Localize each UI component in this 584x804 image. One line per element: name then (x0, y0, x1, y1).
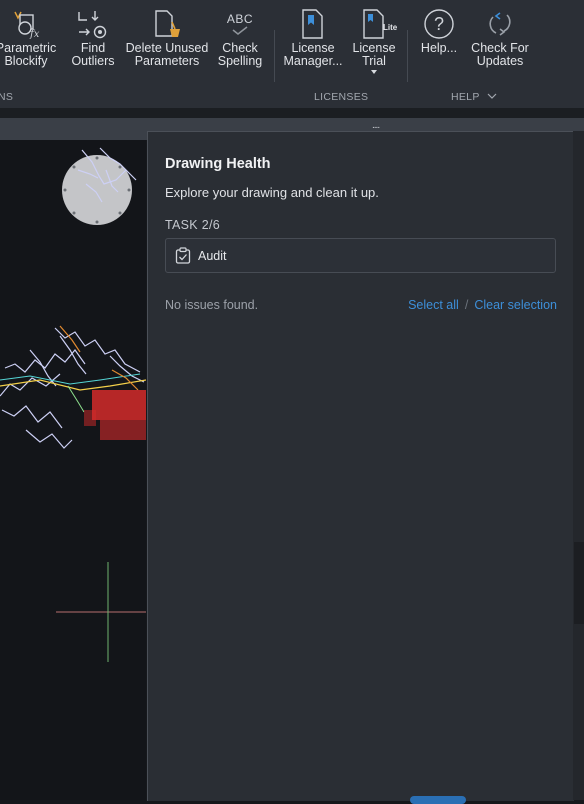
ribbon-toolbar: fx Parametric Blockify Find Outliers Del… (0, 0, 584, 108)
primary-action-button[interactable] (410, 796, 466, 804)
task-selector[interactable]: Audit (165, 238, 556, 273)
scrollbar-thumb[interactable] (574, 542, 584, 624)
license-trial-label: License Trial (352, 41, 396, 68)
panel-title: Drawing Health (165, 156, 271, 172)
dropdown-arrow-icon[interactable] (371, 70, 377, 74)
group-label-left: NS (0, 91, 14, 103)
select-all-link[interactable]: Select all (408, 298, 459, 312)
parametric-blockify-button[interactable]: fx Parametric Blockify (0, 6, 64, 82)
drawing-canvas[interactable] (0, 140, 146, 800)
task-name: Audit (198, 249, 227, 263)
drawing-content (0, 147, 146, 662)
parametric-blockify-icon: fx (11, 6, 41, 42)
clipboard-check-icon (175, 247, 191, 269)
help-button[interactable]: ? Help... (416, 6, 462, 82)
find-outliers-label: Find Outliers (71, 41, 115, 68)
license-manager-button[interactable]: License Manager... (280, 6, 346, 82)
task-counter: TASK 2/6 (165, 218, 220, 232)
help-icon: ? (422, 6, 456, 42)
group-label-help-text: HELP (451, 91, 480, 103)
ribbon-bottom-border (0, 108, 584, 118)
group-label-licenses: LICENSES (314, 91, 369, 103)
group-label-help[interactable]: HELP (451, 91, 497, 103)
right-edge-panel (573, 131, 584, 800)
panel-description: Explore your drawing and clean it up. (165, 185, 379, 200)
ribbon-separator (274, 30, 275, 82)
abc-text: ABC (226, 12, 254, 26)
license-manager-label: License Manager... (283, 41, 343, 68)
license-trial-icon: Lite (360, 6, 397, 42)
check-updates-label: Check For Updates (471, 41, 529, 68)
clear-selection-link[interactable]: Clear selection (474, 298, 557, 312)
license-manager-icon (299, 6, 327, 42)
check-updates-button[interactable]: Check For Updates (468, 6, 532, 82)
help-label: Help... (420, 41, 458, 55)
chevron-down-icon (487, 93, 497, 99)
parametric-blockify-label: Parametric Blockify (0, 41, 57, 68)
selection-links: Select all / Clear selection (408, 298, 557, 312)
status-message: No issues found. (165, 298, 259, 312)
check-spelling-label: Check Spelling (217, 41, 263, 68)
drawing-health-panel: Drawing Health Explore your drawing and … (147, 131, 574, 801)
link-divider: / (464, 298, 469, 312)
check-spelling-button[interactable]: ABC Check Spelling (212, 6, 268, 82)
find-outliers-button[interactable]: Find Outliers (66, 6, 120, 82)
check-spelling-icon: ABC (227, 6, 253, 42)
find-outliers-icon (76, 6, 110, 42)
help-question-mark: ? (433, 13, 444, 34)
lite-badge: Lite (383, 23, 398, 32)
delete-unused-parameters-label: Delete Unused Parameters (125, 41, 209, 68)
delete-unused-parameters-button[interactable]: Delete Unused Parameters (122, 6, 212, 82)
refresh-icon (485, 6, 515, 42)
svg-text:fx: fx (29, 29, 40, 39)
ribbon-separator (407, 30, 408, 82)
license-trial-button[interactable]: Lite License Trial (348, 6, 400, 82)
panel-drag-handle[interactable]: .... (372, 121, 380, 131)
delete-unused-icon (150, 6, 184, 42)
